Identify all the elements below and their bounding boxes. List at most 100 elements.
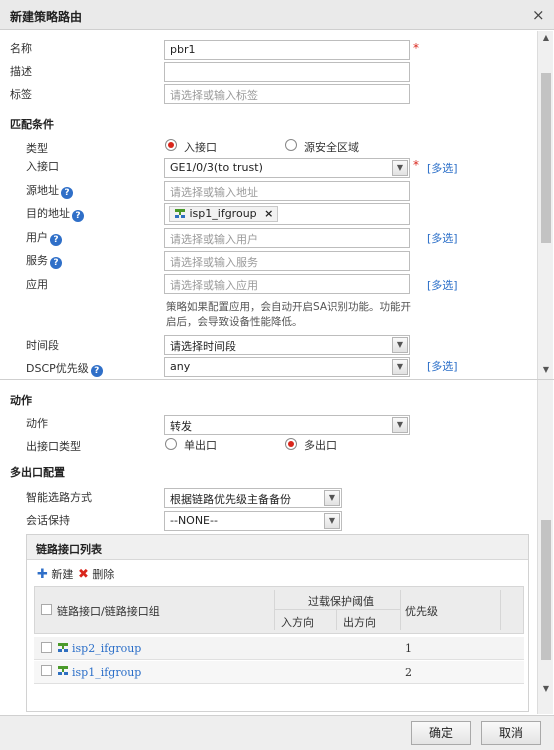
type-radio-interface[interactable] [165, 139, 177, 151]
dscp-label: DSCP优先级? [26, 360, 103, 377]
col-divider [500, 590, 501, 630]
dialog-titlebar [0, 0, 554, 30]
chevron-down-icon[interactable]: ▼ [392, 417, 408, 433]
chevron-down-icon[interactable]: ▼ [392, 160, 408, 176]
desc-field[interactable] [164, 62, 410, 82]
src-addr-input[interactable]: 请选择或输入地址 [164, 181, 410, 201]
type-radio-zone[interactable] [285, 139, 297, 151]
lower-scrollbar[interactable]: ▼ [537, 380, 553, 714]
dscp-select[interactable]: any ▼ [164, 357, 410, 377]
select-all-checkbox[interactable] [41, 604, 52, 615]
chevron-down-icon[interactable]: ▼ [392, 359, 408, 375]
type-option-zone[interactable]: 源安全区域 [304, 139, 359, 155]
action-select[interactable]: 转发 ▼ [164, 415, 410, 435]
tag-label: 标签 [10, 88, 32, 101]
cancel-button[interactable]: 取消 [481, 721, 541, 745]
user-input[interactable]: 请选择或输入用户 [164, 228, 410, 248]
name-field[interactable]: pbr1 [164, 40, 410, 60]
multi-section-title: 多出口配置 [10, 466, 65, 479]
row-interface-link[interactable]: isp2_ifgroup [72, 642, 141, 655]
out-type-label: 出接口类型 [26, 440, 81, 453]
chevron-down-icon[interactable]: ▼ [324, 513, 340, 529]
delete-button[interactable]: ✖ 删除 [78, 566, 114, 582]
required-mark: * [413, 158, 419, 172]
session-value: --NONE-- [170, 514, 218, 527]
scroll-down-arrow[interactable]: ▼ [540, 365, 552, 374]
upper-scrollbar[interactable]: ▲ ▼ [537, 31, 553, 379]
dialog-title: 新建策略路由 [10, 10, 83, 24]
smart-route-value: 根据链路优先级主备备份 [170, 493, 291, 506]
link-interface-panel-header [27, 535, 528, 560]
scroll-down-arrow[interactable]: ▼ [540, 684, 552, 693]
action-value: 转发 [170, 420, 192, 433]
app-note: 策略如果配置应用，会自动开启SA识别功能。功能开启后，会导致设备性能降低。 [166, 301, 412, 328]
row-priority: 2 [405, 666, 412, 679]
match-section-title: 匹配条件 [10, 118, 54, 131]
out-type-option-single[interactable]: 单出口 [184, 437, 217, 453]
dst-addr-tag-label: isp1_ifgroup [189, 207, 257, 220]
col-divider [274, 590, 275, 630]
smart-route-select[interactable]: 根据链路优先级主备备份 ▼ [164, 488, 342, 508]
out-type-option-multi[interactable]: 多出口 [304, 437, 337, 453]
out-type-radio-single[interactable] [165, 438, 177, 450]
app-multi-select[interactable]: [多选] [427, 277, 458, 293]
dscp-label-text: DSCP优先级 [26, 362, 89, 375]
delete-icon: ✖ [78, 567, 89, 582]
row-priority: 1 [405, 642, 412, 655]
time-label: 时间段 [26, 339, 59, 352]
dst-addr-label-text: 目的地址 [26, 207, 70, 220]
scroll-up-arrow[interactable]: ▲ [540, 33, 552, 42]
row-interface-link[interactable]: isp1_ifgroup [72, 666, 141, 679]
chevron-down-icon[interactable]: ▼ [392, 337, 408, 353]
tag-remove-icon[interactable]: × [264, 207, 273, 220]
time-select[interactable]: 请选择时间段 ▼ [164, 335, 410, 355]
required-mark: * [413, 41, 419, 55]
new-button[interactable]: ✚ 新建 [37, 566, 73, 582]
tag-input[interactable]: 请选择或输入标签 [164, 84, 410, 104]
in-interface-multi-select[interactable]: [多选] [427, 160, 458, 176]
help-icon[interactable]: ? [72, 210, 84, 222]
out-type-radio-multi[interactable] [285, 438, 297, 450]
session-label: 会话保持 [26, 514, 70, 527]
user-label-text: 用户 [26, 231, 48, 244]
user-label: 用户? [26, 229, 62, 246]
chevron-down-icon[interactable]: ▼ [324, 490, 340, 506]
ok-button[interactable]: 确定 [411, 721, 471, 745]
plus-icon: ✚ [37, 567, 48, 582]
dscp-multi-select[interactable]: [多选] [427, 358, 458, 374]
upper-scroll-thumb[interactable] [541, 73, 551, 243]
help-icon[interactable]: ? [50, 257, 62, 269]
service-input[interactable]: 请选择或输入服务 [164, 251, 410, 271]
col-priority-header: 优先级 [405, 605, 438, 618]
lower-scroll-thumb[interactable] [541, 520, 551, 660]
help-icon[interactable]: ? [61, 187, 73, 199]
col-out-header: 出方向 [343, 616, 376, 629]
session-select[interactable]: --NONE-- ▼ [164, 511, 342, 531]
help-icon[interactable]: ? [50, 234, 62, 246]
interface-group-icon [58, 666, 68, 675]
src-addr-label-text: 源地址 [26, 184, 59, 197]
in-interface-select[interactable]: GE1/0/3(to trust) ▼ [164, 158, 410, 178]
help-icon[interactable]: ? [90, 365, 103, 377]
app-input[interactable]: 请选择或输入应用 [164, 274, 410, 294]
service-label: 服务? [26, 252, 62, 269]
dst-addr-input[interactable]: isp1_ifgroup × [164, 203, 410, 225]
user-multi-select[interactable]: [多选] [427, 230, 458, 246]
new-label: 新建 [51, 568, 74, 581]
in-interface-value: GE1/0/3(to trust) [170, 161, 263, 174]
col-divider [400, 590, 401, 630]
type-option-interface[interactable]: 入接口 [184, 139, 217, 155]
close-icon[interactable]: × [532, 6, 545, 24]
type-label: 类型 [26, 142, 48, 155]
action-section-title: 动作 [10, 394, 32, 407]
row-checkbox[interactable] [41, 665, 52, 676]
interface-group-icon [58, 643, 68, 652]
app-label: 应用 [26, 278, 48, 291]
delete-label: 删除 [92, 568, 115, 581]
col-overload-header: 过载保护阈值 [308, 595, 374, 608]
scroll-section-divider [0, 379, 554, 380]
action-label: 动作 [26, 417, 48, 430]
dst-addr-tag: isp1_ifgroup × [169, 206, 279, 222]
row-checkbox[interactable] [41, 642, 52, 653]
service-label-text: 服务 [26, 254, 48, 267]
